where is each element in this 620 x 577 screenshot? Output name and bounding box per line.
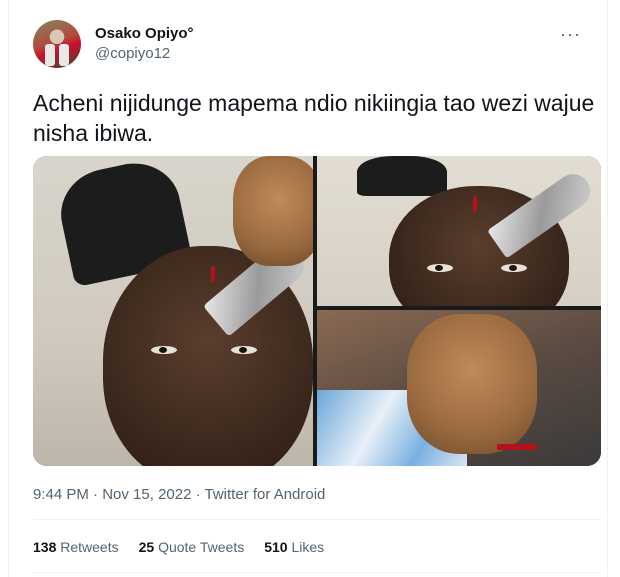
author-handle[interactable]: @copiyo12 [95,45,170,62]
quote-tweets-stat[interactable]: 25 Quote Tweets [139,539,245,555]
quote-tweets-count: 25 [138,539,155,555]
tweet-date[interactable]: Nov 15, 2022 [102,486,191,503]
tweet-media-grid[interactable] [33,156,601,466]
author-name[interactable]: Osako Opiyo° [95,25,194,42]
fist-shape [407,314,537,454]
blood-mark [211,266,215,282]
quote-tweets-label: Quote Tweets [158,539,245,555]
tweet-stats: 138 Retweets 25 Quote Tweets 510 Likes [33,539,324,555]
eye-shape [231,346,257,354]
tweet-time[interactable]: 9:44 PM [33,486,89,503]
tweet-source[interactable]: Twitter for Android [205,486,326,503]
hand-shape [233,156,313,266]
avatar-detail [59,44,69,66]
media-photo-1[interactable] [33,156,313,466]
media-photo-3[interactable] [317,310,601,466]
eye-shape [151,346,177,354]
eye-shape [427,264,453,272]
divider [33,572,601,573]
avatar[interactable] [33,20,81,68]
likes-count: 510 [264,539,288,555]
divider [33,519,601,520]
media-photo-2[interactable] [317,156,601,306]
retweets-stat[interactable]: 138 Retweets [33,539,119,555]
hat-shape [357,156,447,196]
likes-label: Likes [291,539,325,555]
likes-stat[interactable]: 510 Likes [264,539,324,555]
tweet-card: Osako Opiyo° @copiyo12 ··· Acheni nijidu… [8,0,608,577]
tweet-meta: 9:44 PM · Nov 15, 2022 · Twitter for And… [33,486,325,503]
tweet-text: Acheni nijidunge mapema ndio nikiingia t… [33,90,595,146]
meta-separator: · [191,486,205,503]
eye-shape [501,264,527,272]
more-options-icon[interactable]: ··· [560,24,581,45]
retweets-count: 138 [33,539,57,555]
meta-separator: · [88,486,103,503]
avatar-detail [45,44,55,66]
blood-mark [497,444,537,450]
retweets-label: Retweets [60,539,119,555]
blood-mark [473,196,477,212]
